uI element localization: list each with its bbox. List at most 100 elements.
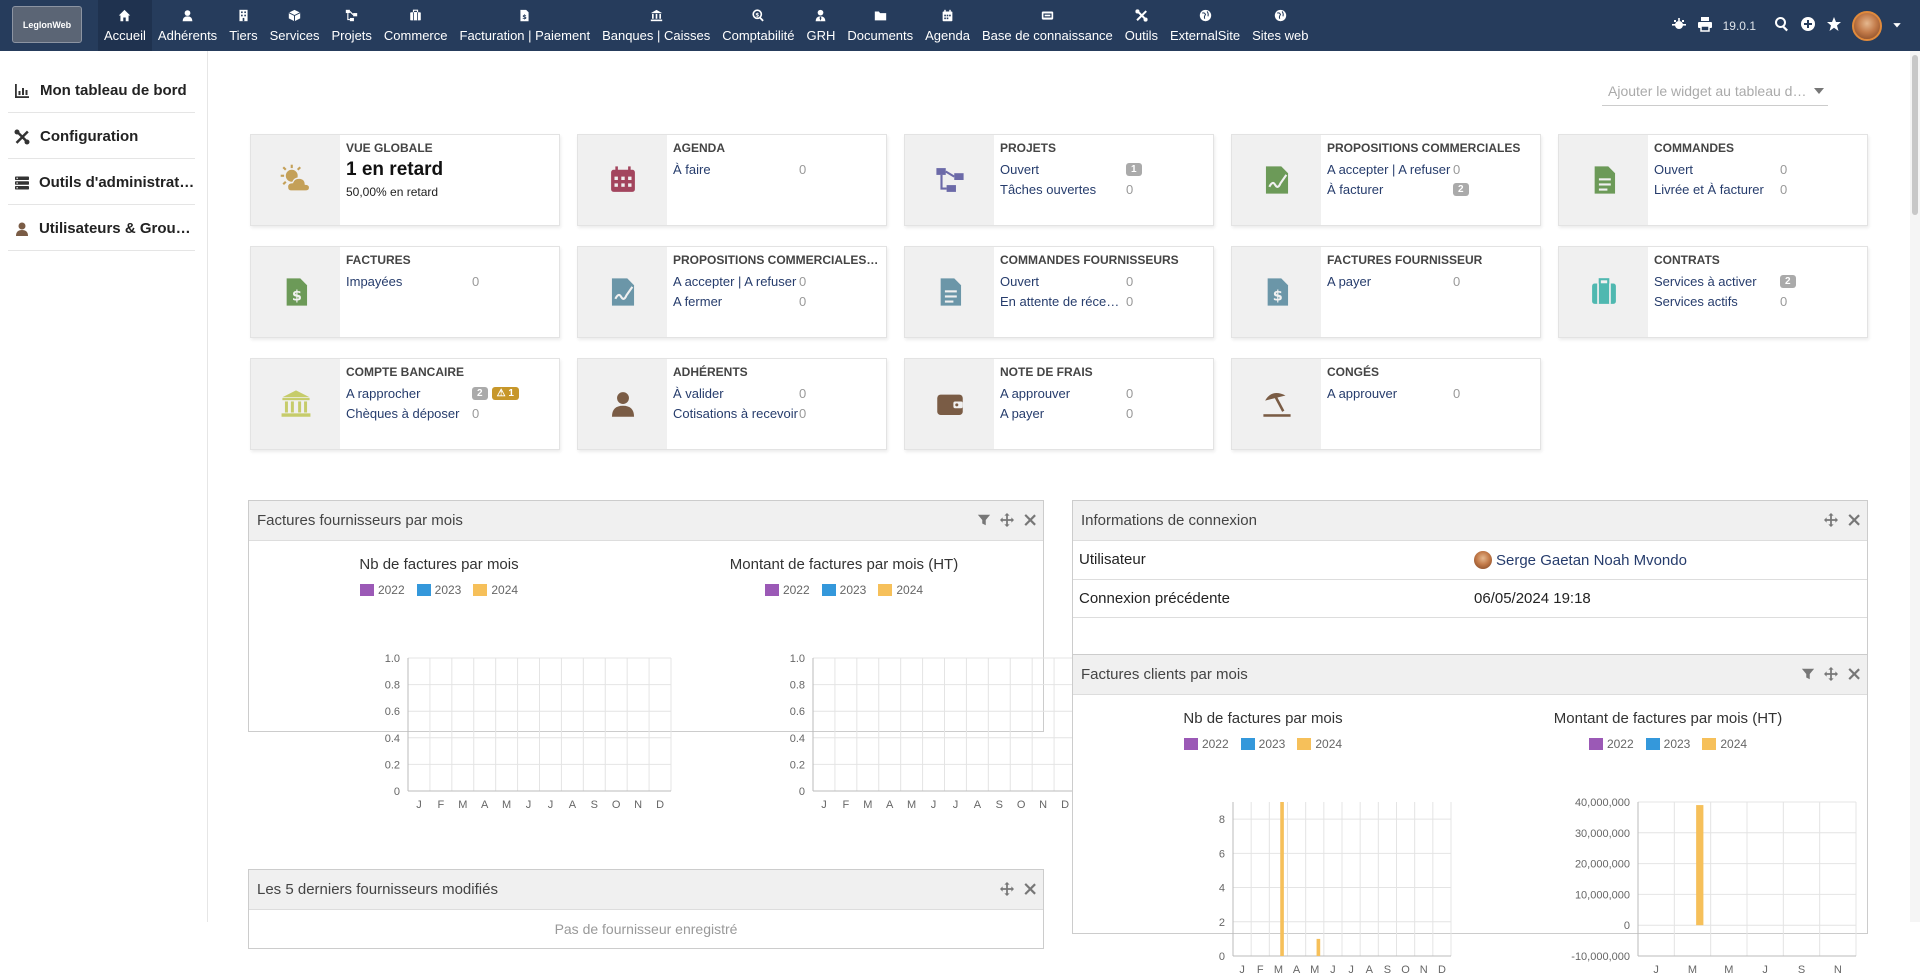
box-title: FACTURES FOURNISSEUR xyxy=(1327,253,1483,267)
umbrella-beach-icon xyxy=(1232,359,1321,449)
banque-cheques-count: 0 xyxy=(472,405,480,421)
menu-item-facturation-paiement[interactable]: $ Facturation | Paiement xyxy=(454,0,597,51)
user-link[interactable]: Serge Gaetan Noah Mvondo xyxy=(1496,552,1687,569)
filter-icon[interactable] xyxy=(977,513,991,531)
conges-approve-link[interactable]: A approuver xyxy=(1327,386,1453,401)
menu-item-banques-caisses[interactable]: Banques | Caisses xyxy=(596,0,716,51)
move-icon[interactable] xyxy=(1824,513,1838,531)
menu-item-sites-web[interactable]: Sites web xyxy=(1246,0,1314,51)
x-tick-label: O xyxy=(1401,964,1410,976)
menu-item-base-de-connaissance[interactable]: Base de connaissance xyxy=(976,0,1119,51)
menu-item-grh[interactable]: GRH xyxy=(801,0,842,51)
banque-warning-badge[interactable]: ⚠ 1 xyxy=(491,386,519,400)
box-conges[interactable]: CONGÉS A approuver 0 xyxy=(1231,358,1541,450)
box-vue-globale[interactable]: VUE GLOBALE 1 en retard 50,00% en retard xyxy=(250,134,560,226)
menu-item-tiers[interactable]: Tiers xyxy=(223,0,263,51)
menu-item-documents[interactable]: Documents xyxy=(841,0,919,51)
cmdf-waiting-link[interactable]: En attente de réception xyxy=(1000,294,1126,309)
menu-item-outils[interactable]: Outils xyxy=(1119,0,1164,51)
propc-bill-badge[interactable]: 2 xyxy=(1453,182,1469,196)
close-icon[interactable] xyxy=(1023,882,1037,900)
box-propositions-commerciales[interactable]: PROPOSITIONS COMMERCIALES A accepter | A… xyxy=(1231,134,1541,226)
propf-accept-link[interactable]: A accepter | A refuser xyxy=(673,274,799,289)
print-icon[interactable] xyxy=(1697,16,1713,35)
banque-reconcile-link[interactable]: A rapprocher xyxy=(346,386,472,401)
menu-item-label: Outils xyxy=(1124,27,1159,43)
move-icon[interactable] xyxy=(1000,513,1014,531)
app-logo[interactable]: LeglonWeb xyxy=(12,6,82,43)
add-widget-select[interactable]: Ajouter le widget au tableau de bord xyxy=(1602,80,1828,106)
projets-open-link[interactable]: Ouvert xyxy=(1000,162,1126,177)
box-factures-fournisseur[interactable]: $ FACTURES FOURNISSEUR A payer 0 xyxy=(1231,246,1541,338)
ndf-pay-link[interactable]: A payer xyxy=(1000,406,1126,421)
y-tick-label: 0.4 xyxy=(790,733,805,745)
adherents-validate-link[interactable]: À valider xyxy=(673,386,799,401)
chart-svg: 0 0.2 0.4 0.6 0.8 1.0 J F M A M J J A S O N D xyxy=(790,653,1077,811)
propc-bill-link[interactable]: À facturer xyxy=(1327,182,1453,197)
close-icon[interactable] xyxy=(1023,513,1037,531)
sitemap-icon xyxy=(345,9,359,23)
close-icon[interactable] xyxy=(1847,667,1861,685)
adherents-cotisations-link[interactable]: Cotisations à recevoir xyxy=(673,406,799,421)
banque-reconcile-badge[interactable]: 2 xyxy=(472,386,488,400)
late-count[interactable]: 1 en retard xyxy=(346,159,553,181)
menu-item-adh-rents[interactable]: Adhérents xyxy=(152,0,223,51)
box-projets[interactable]: PROJETS Ouvert 1 Tâches ouvertes 0 xyxy=(904,134,1214,226)
contrats-active-link[interactable]: Services actifs xyxy=(1654,294,1780,309)
sidebar-item-label: Outils d'administration xyxy=(38,174,195,191)
box-contrats[interactable]: CONTRATS Services à activer 2 Services ac… xyxy=(1558,246,1868,338)
contrats-toactivate-badge[interactable]: 2 xyxy=(1780,274,1796,288)
menu-item-externalsite[interactable]: ExternalSite xyxy=(1164,0,1246,51)
move-icon[interactable] xyxy=(1824,667,1838,685)
user-avatar[interactable] xyxy=(1852,10,1882,41)
menu-item-agenda[interactable]: Agenda xyxy=(919,0,976,51)
search-icon[interactable] xyxy=(1774,16,1790,35)
box-note-de-frais[interactable]: NOTE DE FRAIS A approuver 0 A payer 0 xyxy=(904,358,1214,450)
banque-cheques-link[interactable]: Chèques à déposer xyxy=(346,406,472,421)
box-factures[interactable]: $ FACTURES Impayées 0 xyxy=(250,246,560,338)
sidebar-item-mon-tableau-de-bord[interactable]: Mon tableau de bord xyxy=(8,69,195,113)
commandes-delivered-link[interactable]: Livrée et À facturer xyxy=(1654,182,1780,197)
prev-login-value: 06/05/2024 19:18 xyxy=(1468,579,1867,618)
filter-icon[interactable] xyxy=(1801,667,1815,685)
debug-icon[interactable] xyxy=(1671,16,1687,35)
menu-item-commerce[interactable]: Commerce xyxy=(378,0,454,51)
propf-close-link[interactable]: A fermer xyxy=(673,294,799,309)
sidebar-item-utilisateurs-groupes[interactable]: Utilisateurs & Groupes xyxy=(8,207,195,251)
factures-unpaid-link[interactable]: Impayées xyxy=(346,274,472,289)
scrollbar-thumb[interactable] xyxy=(1912,55,1918,215)
menu-item-services[interactable]: Services xyxy=(264,0,326,51)
commandes-open-link[interactable]: Ouvert xyxy=(1654,162,1780,177)
contrats-toactivate-link[interactable]: Services à activer xyxy=(1654,274,1780,289)
close-icon[interactable] xyxy=(1847,513,1861,531)
box-agenda[interactable]: AGENDA À faire 0 xyxy=(577,134,887,226)
projets-tasks-link[interactable]: Tâches ouvertes xyxy=(1000,182,1126,197)
factf-pay-link[interactable]: A payer xyxy=(1327,274,1453,289)
page-scrollbar[interactable] xyxy=(1910,51,1920,922)
y-tick-label: 0.6 xyxy=(790,706,805,718)
x-tick-label: M xyxy=(1688,964,1697,976)
move-icon[interactable] xyxy=(1000,882,1014,900)
box-compte-bancaire[interactable]: COMPTE BANCAIRE A rapprocher 2 ⚠ 1 Chèques… xyxy=(250,358,560,450)
panel-factures-fournisseurs: Factures fournisseurs par mois Nb de fac… xyxy=(248,500,1077,811)
x-tick-label: S xyxy=(996,799,1003,811)
menu-item-projets[interactable]: Projets xyxy=(325,0,377,51)
ndf-approve-link[interactable]: A approuver xyxy=(1000,386,1126,401)
projets-open-badge[interactable]: 1 xyxy=(1126,162,1142,176)
cmdf-open-link[interactable]: Ouvert xyxy=(1000,274,1126,289)
chevron-down-icon[interactable] xyxy=(1892,18,1902,33)
star-icon[interactable] xyxy=(1826,16,1842,35)
menu-item-comptabilit[interactable]: $ Comptabilité xyxy=(716,0,800,51)
sidebar-item-outils-d-administration[interactable]: Outils d'administration xyxy=(8,161,195,205)
menu-item-label: Base de connaissance xyxy=(981,27,1113,43)
sidebar-item-configuration[interactable]: Configuration xyxy=(8,115,195,159)
box-propositions-fournisseurs[interactable]: PROPOSITIONS COMMERCIALES FOURNISSEURS A… xyxy=(577,246,887,338)
propc-accept-link[interactable]: A accepter | A refuser xyxy=(1327,162,1453,177)
agenda-todo-link[interactable]: À faire xyxy=(673,162,799,177)
box-commandes[interactable]: COMMANDES Ouvert 0 Livrée et À facturer 0 xyxy=(1558,134,1868,226)
plus-circle-icon[interactable] xyxy=(1800,16,1816,35)
menu-item-accueil[interactable]: Accueil xyxy=(98,0,152,51)
box-adherents[interactable]: ADHÉRENTS À valider 0 Cotisations à recev… xyxy=(577,358,887,450)
x-tick-label: F xyxy=(438,799,445,811)
box-commandes-fournisseurs[interactable]: COMMANDES FOURNISSEURS Ouvert 0 En attent… xyxy=(904,246,1214,338)
